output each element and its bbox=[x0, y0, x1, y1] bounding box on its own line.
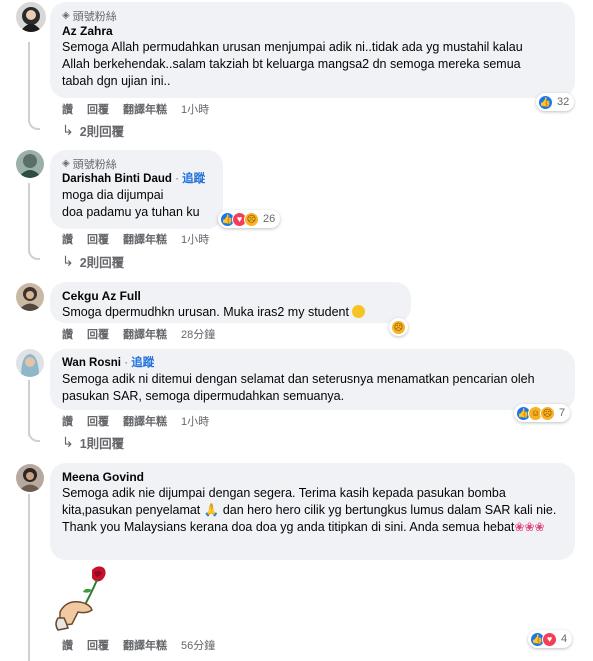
thread-hook bbox=[28, 240, 40, 260]
comment-actions: 讚 回覆 翻譯年糕 28分鐘 bbox=[62, 326, 229, 342]
avatar[interactable] bbox=[16, 464, 44, 492]
comment-author: Wan Rosni · 追蹤 bbox=[62, 357, 155, 369]
comment-text: doa padamu ya tuhan ku bbox=[62, 205, 200, 219]
reaction-count: 7 bbox=[559, 407, 566, 419]
reply-arrow-icon: ↳ bbox=[62, 253, 74, 269]
sad-reaction-icon: ☹ bbox=[391, 319, 406, 335]
like-button[interactable]: 讚 bbox=[62, 637, 73, 653]
praying-hands-emoji-icon: 🙏 bbox=[203, 503, 220, 517]
comment-actions: 讚 回覆 翻譯年糕 1小時 bbox=[62, 413, 223, 429]
sad-reaction-icon: ☹ bbox=[244, 211, 259, 227]
tulip-emoji-icon: ❀ bbox=[534, 520, 545, 534]
like-button[interactable]: 讚 bbox=[62, 231, 73, 247]
view-replies-link[interactable]: ↳ 2則回覆 bbox=[62, 252, 124, 271]
rose-hand-sticker[interactable] bbox=[52, 562, 118, 632]
comment-bubble: Cekgu Az Full Smoga dpermudhkn urusan. M… bbox=[50, 282, 411, 323]
tulip-emoji-icon: ❀ bbox=[514, 520, 525, 534]
translate-button[interactable]: 翻譯年糕 bbox=[123, 326, 167, 342]
follow-button[interactable]: 追蹤 bbox=[131, 357, 154, 369]
comment-text: moga dia dijumpai bbox=[62, 188, 164, 202]
reaction-summary[interactable]: 👍 ♥ ☹ 26 bbox=[218, 210, 281, 228]
avatar[interactable] bbox=[16, 283, 44, 311]
comment-timestamp[interactable]: 56分鐘 bbox=[181, 637, 215, 653]
diamond-icon: ◈ bbox=[62, 10, 70, 21]
view-replies-link[interactable]: ↳ 1則回覆 bbox=[62, 433, 124, 452]
thread-line bbox=[28, 494, 30, 661]
top-fan-badge[interactable]: ◈ 頭號粉絲 bbox=[62, 156, 213, 171]
like-reaction-icon: 👍 bbox=[538, 94, 553, 110]
like-button[interactable]: 讚 bbox=[62, 326, 73, 342]
sad-reaction-icon: ☹ bbox=[540, 405, 555, 421]
author-name[interactable]: Darishah Binti Daud bbox=[62, 173, 172, 185]
comment-author[interactable]: Meena Govind bbox=[62, 469, 565, 485]
diamond-icon: ◈ bbox=[62, 158, 70, 169]
view-replies-link[interactable]: ↳ 2則回覆 bbox=[62, 121, 124, 140]
comment-text: Smoga dpermudhkn urusan. Muka iras2 my s… bbox=[62, 304, 401, 321]
like-button[interactable]: 讚 bbox=[62, 101, 73, 117]
reply-arrow-icon: ↳ bbox=[62, 122, 74, 138]
comment-bubble: ◈ 頭號粉絲 Az Zahra Semoga Allah permudahkan … bbox=[50, 2, 575, 98]
reaction-summary[interactable]: 👍 ☺ ☹ 7 bbox=[514, 404, 571, 422]
translate-button[interactable]: 翻譯年糕 bbox=[123, 637, 167, 653]
top-fan-badge[interactable]: ◈ 頭號粉絲 bbox=[62, 8, 565, 23]
comment-author[interactable]: Az Zahra bbox=[62, 23, 565, 39]
comment-author: Darishah Binti Daud · 追蹤 bbox=[62, 173, 206, 185]
comment-timestamp[interactable]: 1小時 bbox=[181, 101, 209, 117]
comment-timestamp[interactable]: 1小時 bbox=[181, 413, 209, 429]
comment-bubble: Wan Rosni · 追蹤 Semoga adik ni ditemui de… bbox=[50, 349, 575, 410]
thread-hook bbox=[28, 110, 40, 130]
reaction-summary[interactable]: ☹ bbox=[389, 318, 408, 336]
author-name[interactable]: Wan Rosni bbox=[62, 357, 121, 369]
reaction-count: 4 bbox=[561, 633, 568, 645]
comment-actions: 讚 回覆 翻譯年糕 1小時 bbox=[62, 101, 223, 117]
comment-author[interactable]: Cekgu Az Full bbox=[62, 288, 401, 304]
reply-button[interactable]: 回覆 bbox=[87, 231, 109, 247]
avatar[interactable] bbox=[16, 150, 44, 178]
comment-bubble: ◈ 頭號粉絲 Darishah Binti Daud · 追蹤 moga dia … bbox=[50, 150, 223, 229]
avatar[interactable] bbox=[16, 2, 46, 32]
reaction-summary[interactable]: 👍 32 bbox=[536, 93, 575, 111]
like-button[interactable]: 讚 bbox=[62, 413, 73, 429]
follow-button[interactable]: 追蹤 bbox=[182, 173, 205, 185]
reply-button[interactable]: 回覆 bbox=[87, 101, 109, 117]
reaction-count: 26 bbox=[263, 213, 276, 225]
reply-arrow-icon: ↳ bbox=[62, 434, 74, 450]
reply-button[interactable]: 回覆 bbox=[87, 413, 109, 429]
translate-button[interactable]: 翻譯年糕 bbox=[123, 101, 167, 117]
comment-text: Semoga Allah permudahkan urusan menjumpa… bbox=[62, 40, 526, 88]
love-reaction-icon: ♥ bbox=[542, 631, 557, 647]
comment-timestamp[interactable]: 28分鐘 bbox=[181, 326, 215, 342]
comment-text: Semoga adik ni ditemui dengan selamat da… bbox=[62, 372, 539, 403]
comment-bubble: Meena Govind Semoga adik nie dijumpai de… bbox=[50, 463, 575, 560]
avatar[interactable] bbox=[16, 349, 44, 377]
comment-timestamp[interactable]: 1小時 bbox=[181, 231, 209, 247]
sweat-smile-emoji-icon bbox=[352, 305, 366, 318]
translate-button[interactable]: 翻譯年糕 bbox=[123, 413, 167, 429]
translate-button[interactable]: 翻譯年糕 bbox=[123, 231, 167, 247]
thread-hook bbox=[28, 424, 40, 442]
comment-actions: 讚 回覆 翻譯年糕 56分鐘 bbox=[62, 637, 229, 653]
reply-button[interactable]: 回覆 bbox=[87, 637, 109, 653]
reaction-summary[interactable]: 👍 ♥ 4 bbox=[528, 630, 573, 648]
comment-actions: 讚 回覆 翻譯年糕 1小時 bbox=[62, 231, 223, 247]
comment-text: Semoga adik nie dijumpai dengan segera. … bbox=[62, 486, 560, 534]
tulip-emoji-icon: ❀ bbox=[524, 520, 535, 534]
reply-button[interactable]: 回覆 bbox=[87, 326, 109, 342]
reaction-count: 32 bbox=[557, 96, 570, 108]
